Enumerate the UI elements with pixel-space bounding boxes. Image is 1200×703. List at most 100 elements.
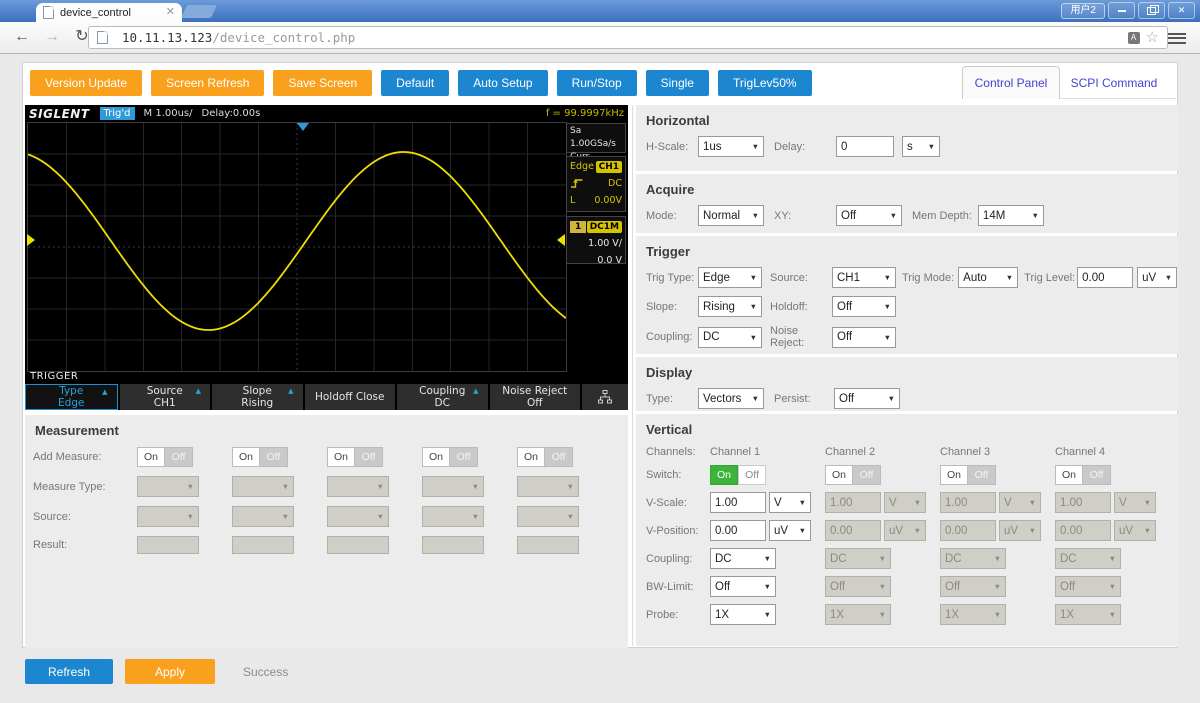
chevron-down-icon: ▼ bbox=[1109, 582, 1116, 591]
tab-close-icon[interactable]: ✕ bbox=[166, 7, 175, 18]
window-minimize-button[interactable] bbox=[1108, 2, 1135, 19]
measure1-toggle[interactable]: OnOff bbox=[137, 447, 193, 467]
persist-select[interactable]: Off▼ bbox=[834, 388, 900, 409]
scope-softkey-menu: Type Edge ▲ Source CH1 ▲ Slope Rising ▲ … bbox=[25, 384, 628, 410]
ch1-switch-toggle[interactable]: OnOff bbox=[710, 465, 766, 485]
chevron-down-icon: ▼ bbox=[750, 302, 757, 311]
chevron-down-icon: ▼ bbox=[764, 582, 771, 591]
new-tab-button[interactable] bbox=[181, 5, 217, 18]
measure2-result-field bbox=[232, 536, 294, 554]
ch3-v-scale-input bbox=[940, 492, 996, 513]
chevron-down-icon: ▼ bbox=[884, 333, 891, 342]
status-message: Success bbox=[243, 665, 288, 679]
chevron-down-icon: ▼ bbox=[884, 273, 891, 282]
ch2-coupling-select: DC▼ bbox=[825, 548, 891, 569]
url-text[interactable]: 10.11.13.123/device_control.php bbox=[122, 30, 355, 45]
measure3-toggle[interactable]: OnOff bbox=[327, 447, 383, 467]
user-profile-badge[interactable]: 用户2 bbox=[1061, 3, 1105, 19]
ch2-switch-toggle[interactable]: OnOff bbox=[825, 465, 881, 485]
delay-unit-select[interactable]: s▼ bbox=[902, 136, 940, 157]
ch1-bw-limit-select[interactable]: Off▼ bbox=[710, 576, 776, 597]
ch1-v-scale-unit-select[interactable]: V▼ bbox=[769, 492, 811, 513]
ch1-v-position-input[interactable] bbox=[710, 520, 766, 541]
chevron-down-icon: ▼ bbox=[377, 482, 384, 491]
measure5-type-select: ▼ bbox=[517, 476, 579, 497]
noise-reject-select[interactable]: Off▼ bbox=[832, 327, 896, 348]
slope-select[interactable]: Rising▼ bbox=[698, 296, 762, 317]
ch3-switch-toggle[interactable]: OnOff bbox=[940, 465, 996, 485]
persist-label: Persist: bbox=[774, 393, 822, 405]
bookmark-star-icon[interactable]: ☆ bbox=[1146, 30, 1159, 45]
acquire-mode-select[interactable]: Normal▼ bbox=[698, 205, 764, 226]
tab-scpi-command[interactable]: SCPI Command bbox=[1062, 66, 1166, 99]
window-close-button[interactable]: ✕ bbox=[1168, 2, 1195, 19]
trig-type-select[interactable]: Edge▼ bbox=[698, 267, 762, 288]
trig-level-unit-select[interactable]: uV▼ bbox=[1137, 267, 1177, 288]
softkey-coupling[interactable]: Coupling DC ▲ bbox=[397, 384, 488, 410]
screen-refresh-button[interactable]: Screen Refresh bbox=[151, 70, 264, 96]
chevron-down-icon: ▼ bbox=[879, 582, 886, 591]
ch4-switch-toggle[interactable]: OnOff bbox=[1055, 465, 1111, 485]
run-stop-button[interactable]: Run/Stop bbox=[557, 70, 637, 96]
measure4-toggle[interactable]: OnOff bbox=[422, 447, 478, 467]
apply-button[interactable]: Apply bbox=[125, 659, 215, 684]
channel1-info-box: 1 DC1M 1.00 V/ 0.0 V bbox=[566, 216, 626, 264]
softkey-source[interactable]: Source CH1 ▲ bbox=[120, 384, 211, 410]
frequency-readout: f = 99.9997kHz bbox=[546, 108, 624, 119]
h-scale-select[interactable]: 1us▼ bbox=[698, 136, 764, 157]
forward-button[interactable]: → bbox=[40, 26, 64, 48]
measure2-source-select: ▼ bbox=[232, 506, 294, 527]
ch1-v-position-unit-select[interactable]: uV▼ bbox=[769, 520, 811, 541]
trig-coupling-label: Coupling: bbox=[646, 331, 698, 343]
channel1-offset-readout: 0.0 V bbox=[597, 255, 622, 266]
measure2-toggle[interactable]: OnOff bbox=[232, 447, 288, 467]
trigger-position-marker-icon bbox=[297, 123, 309, 131]
refresh-button[interactable]: Refresh bbox=[25, 659, 113, 684]
measure-type-label: Measure Type: bbox=[33, 481, 137, 493]
browser-menu-button[interactable] bbox=[1168, 30, 1186, 46]
ch1-v-scale-input[interactable] bbox=[710, 492, 766, 513]
ch3-v-position-unit-select: uV▼ bbox=[999, 520, 1041, 541]
mem-depth-select[interactable]: 14M▼ bbox=[978, 205, 1044, 226]
delay-label: Delay: bbox=[774, 141, 818, 153]
window-restore-button[interactable] bbox=[1138, 2, 1165, 19]
back-button[interactable]: ← bbox=[10, 26, 34, 48]
oscilloscope-screen: SIGLENT Trig'd M 1.00us/ Delay:0.00s f =… bbox=[25, 105, 628, 410]
single-button[interactable]: Single bbox=[646, 70, 709, 96]
save-screen-button[interactable]: Save Screen bbox=[273, 70, 372, 96]
xy-select[interactable]: Off▼ bbox=[836, 205, 902, 226]
chevron-down-icon: ▼ bbox=[282, 482, 289, 491]
trig-source-select[interactable]: CH1▼ bbox=[832, 267, 896, 288]
chevron-down-icon: ▼ bbox=[1109, 610, 1116, 619]
tab-control-panel[interactable]: Control Panel bbox=[962, 66, 1060, 99]
measure5-toggle[interactable]: OnOff bbox=[517, 447, 573, 467]
up-arrow-icon: ▲ bbox=[102, 388, 107, 396]
version-update-button[interactable]: Version Update bbox=[30, 70, 142, 96]
minimize-icon bbox=[1118, 10, 1126, 12]
acquire-title: Acquire bbox=[636, 174, 1178, 197]
triglev50-button[interactable]: TrigLev50% bbox=[718, 70, 812, 96]
trig-level-input[interactable] bbox=[1077, 267, 1133, 288]
address-bar[interactable]: 10.11.13.123/device_control.php A ☆ bbox=[88, 26, 1168, 49]
trig-mode-select[interactable]: Auto▼ bbox=[958, 267, 1018, 288]
coupling-label: Coupling: bbox=[646, 553, 710, 565]
ch3-v-position-input bbox=[940, 520, 996, 541]
trig-coupling-select[interactable]: DC▼ bbox=[698, 327, 762, 348]
chevron-down-icon: ▼ bbox=[567, 482, 574, 491]
auto-setup-button[interactable]: Auto Setup bbox=[458, 70, 547, 96]
softkey-type[interactable]: Type Edge ▲ bbox=[25, 384, 118, 410]
delay-input[interactable] bbox=[836, 136, 894, 157]
display-type-select[interactable]: Vectors▼ bbox=[698, 388, 764, 409]
ch4-v-position-unit-select: uV▼ bbox=[1114, 520, 1156, 541]
browser-tab[interactable]: device_control ✕ bbox=[36, 3, 182, 22]
softkey-slope[interactable]: Slope Rising ▲ bbox=[212, 384, 303, 410]
ch1-probe-select[interactable]: 1X▼ bbox=[710, 604, 776, 625]
softkey-holdoff[interactable]: Holdoff Close bbox=[305, 384, 396, 410]
holdoff-select[interactable]: Off▼ bbox=[832, 296, 896, 317]
default-button[interactable]: Default bbox=[381, 70, 449, 96]
ch1-coupling-select[interactable]: DC▼ bbox=[710, 548, 776, 569]
translate-icon[interactable]: A bbox=[1128, 32, 1140, 44]
softkey-noise-reject[interactable]: Noise Reject Off bbox=[490, 384, 581, 410]
scope-graticule bbox=[27, 122, 567, 372]
chevron-down-icon: ▼ bbox=[914, 498, 921, 507]
